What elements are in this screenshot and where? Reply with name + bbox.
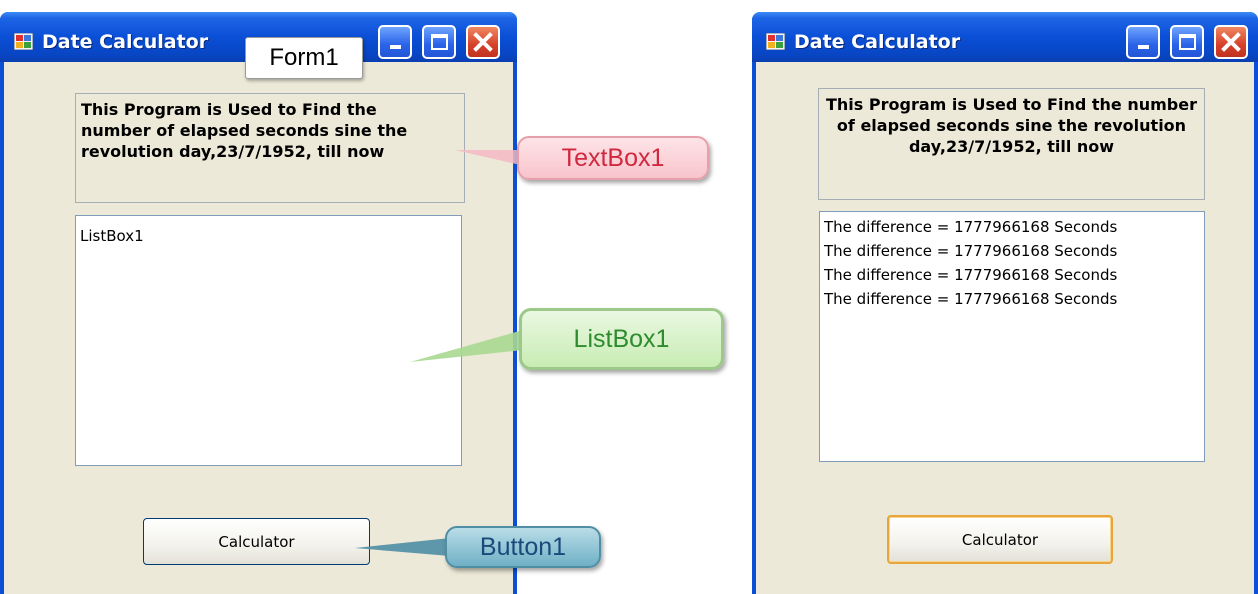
app-icon	[766, 33, 785, 50]
close-button[interactable]	[466, 25, 500, 59]
window-title: Date Calculator	[794, 31, 961, 53]
close-icon	[1221, 32, 1241, 52]
right-titlebar[interactable]: Date Calculator	[752, 12, 1258, 62]
close-button[interactable]	[1214, 25, 1248, 59]
list-item[interactable]: The difference = 1777966168 Seconds	[820, 239, 1204, 263]
maximize-button[interactable]	[1170, 25, 1204, 59]
close-icon	[473, 32, 493, 52]
minimize-icon	[1138, 45, 1149, 49]
app-icon	[14, 33, 33, 50]
left-window: Date Calculator This Program is Used to …	[0, 12, 517, 594]
listbox-callout: ListBox1	[519, 308, 724, 370]
left-client-area: This Program is Used to Find the number …	[4, 62, 513, 594]
calculator-button[interactable]: Calculator	[887, 515, 1113, 564]
minimize-icon	[390, 45, 401, 49]
right-client-area: This Program is Used to Find the number …	[756, 62, 1254, 594]
listbox[interactable]: The difference = 1777966168 Seconds The …	[819, 211, 1205, 462]
list-item[interactable]: The difference = 1777966168 Seconds	[820, 287, 1204, 311]
maximize-icon	[1179, 34, 1196, 50]
listbox[interactable]: ListBox1	[75, 215, 462, 466]
textbox-callout: TextBox1	[517, 136, 709, 180]
maximize-button[interactable]	[422, 25, 456, 59]
description-text: This Program is Used to Find the number …	[826, 95, 1197, 156]
minimize-button[interactable]	[378, 25, 412, 59]
maximize-icon	[431, 34, 448, 50]
right-window: Date Calculator This Program is Used to …	[752, 12, 1258, 594]
minimize-button[interactable]	[1126, 25, 1160, 59]
button-callout: Button1	[445, 526, 601, 568]
list-item[interactable]: The difference = 1777966168 Seconds	[820, 263, 1204, 287]
list-item[interactable]: The difference = 1777966168 Seconds	[820, 215, 1204, 239]
description-text: This Program is Used to Find the number …	[81, 100, 408, 161]
calculator-button[interactable]: Calculator	[143, 518, 370, 565]
form-callout: Form1	[245, 37, 363, 79]
window-title: Date Calculator	[42, 31, 209, 53]
list-item[interactable]: ListBox1	[76, 224, 461, 248]
